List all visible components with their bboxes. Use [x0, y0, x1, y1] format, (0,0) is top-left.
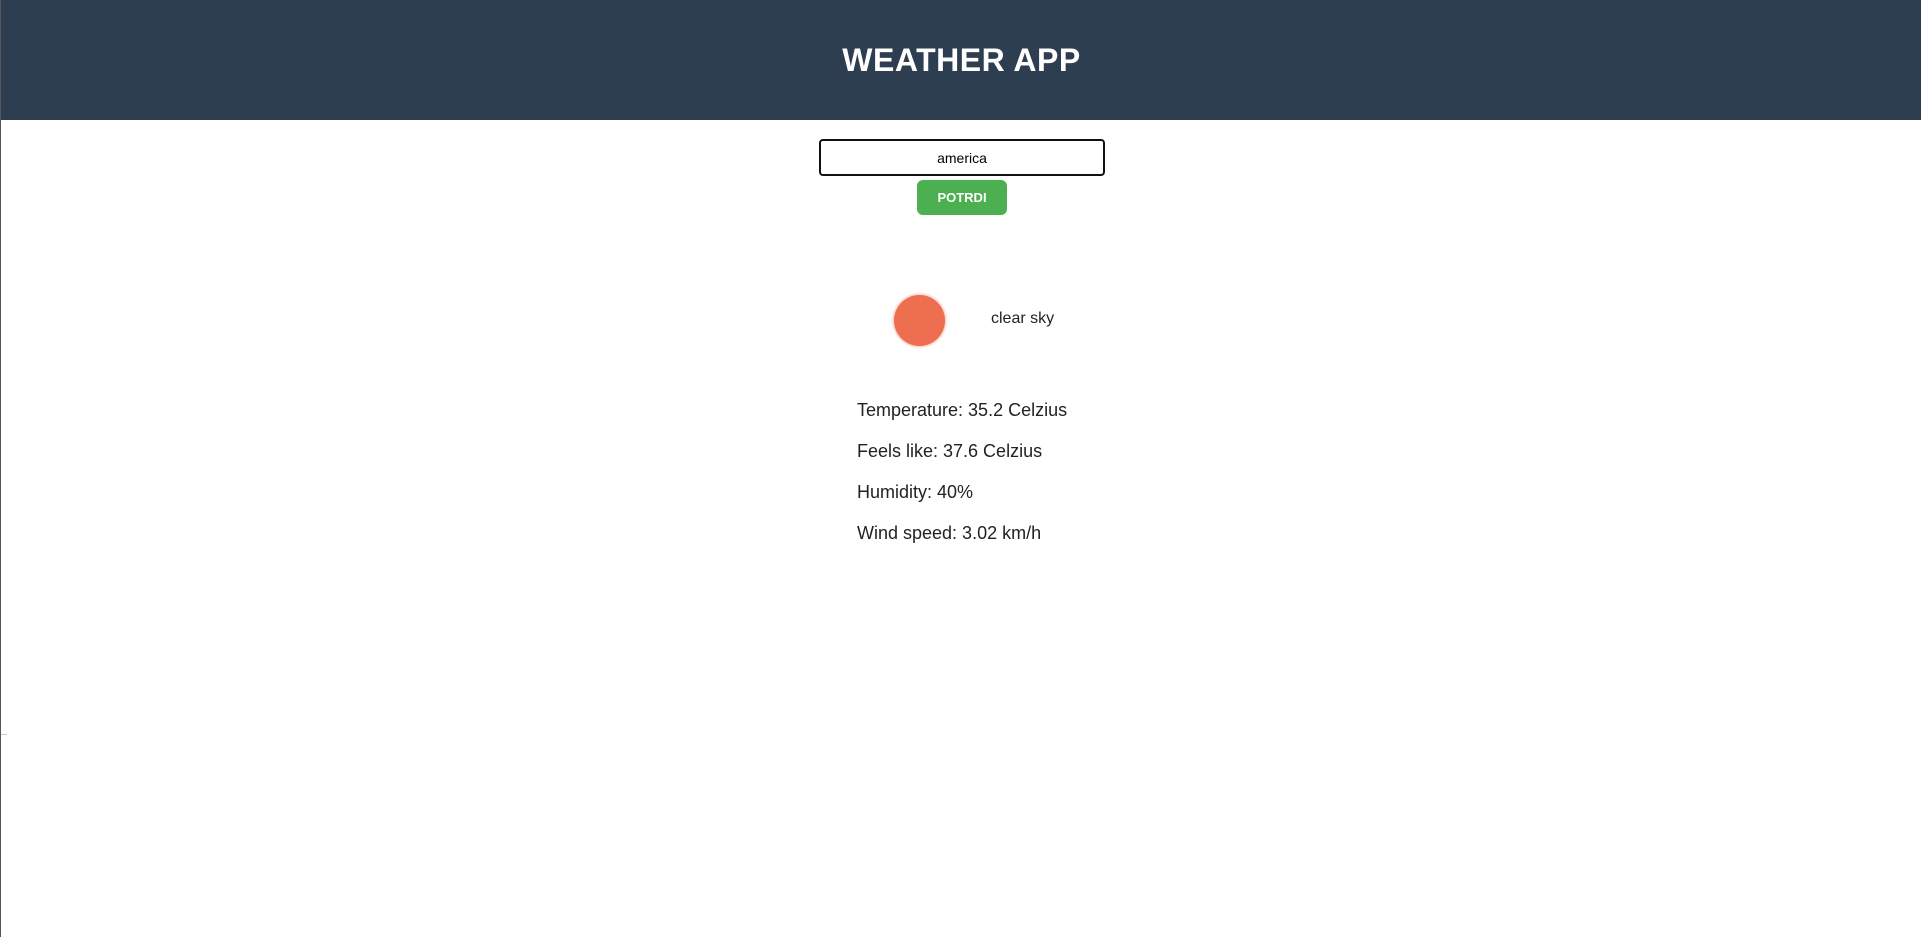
temperature-text: Temperature: 35.2 Celzius	[857, 400, 1068, 420]
app-title: WEATHER APP	[842, 41, 1081, 78]
edge-divider	[1, 734, 7, 735]
confirm-button[interactable]: POTRDI	[917, 180, 1007, 215]
app-header: WEATHER APP	[1, 0, 1921, 120]
feels-like-text: Feels like: 37.6 Celzius	[857, 441, 1043, 461]
wind-speed-text: Wind speed: 3.02 km/h	[857, 523, 1042, 543]
sun-icon	[894, 295, 945, 346]
weather-details: Temperature: 35.2 Celzius Feels like: 37…	[857, 399, 1067, 563]
page: WEATHER APP POTRDI clear sky Temperature…	[0, 0, 1921, 937]
city-search-input[interactable]	[819, 139, 1105, 176]
weather-description: clear sky	[991, 310, 1055, 327]
humidity-text: Humidity: 40%	[857, 482, 974, 502]
